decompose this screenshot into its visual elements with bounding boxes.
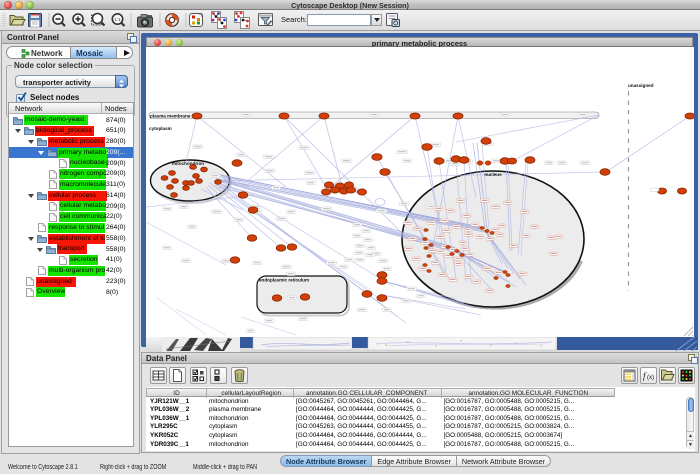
svg-text:(x): (x)	[647, 375, 654, 381]
svg-text:mitochondrion: mitochondrion	[172, 161, 204, 166]
svg-text:unassigned: unassigned	[628, 83, 654, 88]
svg-text:endoplasmic reticulum: endoplasmic reticulum	[259, 278, 309, 283]
svg-text:plasma membrane: plasma membrane	[150, 114, 191, 119]
svg-text:nucleus: nucleus	[484, 172, 502, 177]
svg-text:1:1: 1:1	[114, 17, 121, 22]
svg-text:cytoplasm: cytoplasm	[149, 126, 172, 131]
